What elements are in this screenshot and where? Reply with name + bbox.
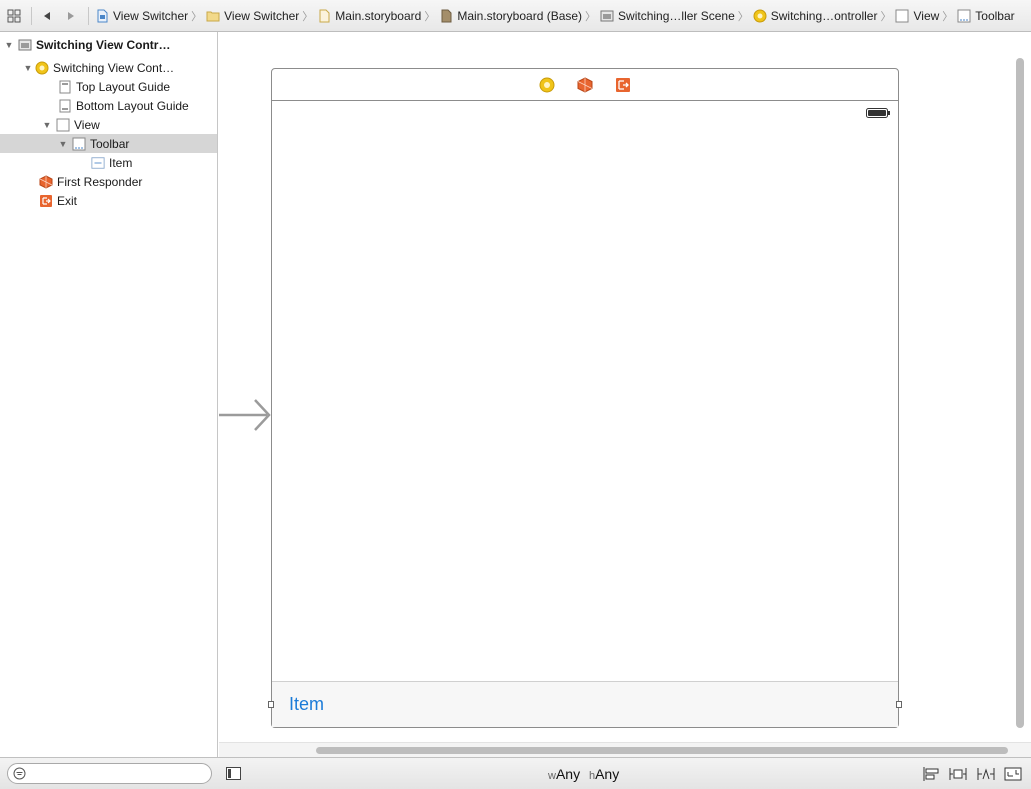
breadcrumb-toolbar[interactable]: Toolbar xyxy=(957,9,1015,23)
resize-handle-left[interactable] xyxy=(268,701,274,708)
outline-item-top-layout-guide[interactable]: Top Layout Guide xyxy=(0,77,217,96)
chevron-right-icon: 〉 xyxy=(191,10,203,23)
chevron-right-icon: 〉 xyxy=(585,10,597,23)
toolbar-item-button[interactable]: Item xyxy=(289,694,324,715)
pin-icon[interactable] xyxy=(949,766,967,782)
storyboard-canvas[interactable]: Item xyxy=(219,32,1031,757)
outline-item-toolbar[interactable]: ▼ Toolbar xyxy=(0,134,217,153)
initial-view-controller-arrow-icon[interactable] xyxy=(219,397,271,433)
resize-handle-right[interactable] xyxy=(896,701,902,708)
horizontal-scroll-track xyxy=(219,742,1031,757)
view-controller-icon xyxy=(35,61,49,74)
chevron-right-icon: 〉 xyxy=(737,10,749,23)
outline-item-scene[interactable]: ▼ Switching View Contr… xyxy=(0,35,217,54)
scene-dock xyxy=(272,69,898,101)
resolve-auto-layout-icon[interactable] xyxy=(977,766,995,782)
disclosure-triangle-icon[interactable]: ▼ xyxy=(4,40,14,50)
divider xyxy=(88,6,89,25)
battery-icon xyxy=(866,108,890,118)
bottom-bar: wAny hAny xyxy=(0,757,1031,789)
outline-item-view[interactable]: ▼ View xyxy=(0,115,217,134)
view-icon xyxy=(895,9,909,22)
size-class-selector[interactable]: wAny hAny xyxy=(548,766,619,782)
scene-icon xyxy=(600,10,614,21)
outline-item-bottom-layout-guide[interactable]: Bottom Layout Guide xyxy=(0,96,217,115)
storyboard-file-icon xyxy=(319,9,330,22)
outline-item-label: Exit xyxy=(57,193,78,208)
chevron-right-icon: 〉 xyxy=(942,10,954,23)
chevron-right-icon: 〉 xyxy=(302,10,314,23)
related-items-icon[interactable] xyxy=(5,7,23,25)
outline-item-label: Toolbar xyxy=(90,136,130,151)
outline-item-label: Switching View Cont… xyxy=(53,60,175,75)
outline-filter-field[interactable] xyxy=(7,763,212,784)
breadcrumb-view[interactable]: View 〉 xyxy=(895,8,957,24)
show-outline-toggle-icon[interactable] xyxy=(226,767,241,780)
disclosure-triangle-icon[interactable]: ▼ xyxy=(42,120,52,130)
storyboard-base-icon xyxy=(441,9,452,22)
layout-guide-icon xyxy=(59,80,71,93)
view-icon xyxy=(56,118,70,131)
first-responder-icon[interactable] xyxy=(577,76,593,93)
project-file-icon xyxy=(97,9,108,22)
breadcrumb-scene[interactable]: Switching…ller Scene 〉 xyxy=(600,8,753,24)
jump-bar: View Switcher 〉 View Switcher 〉 Main.sto… xyxy=(0,0,1031,32)
outline-item-first-responder[interactable]: First Responder xyxy=(0,172,217,191)
view-controller-icon xyxy=(753,9,767,22)
filter-icon xyxy=(13,767,26,780)
exit-icon xyxy=(40,194,52,207)
chevron-right-icon: 〉 xyxy=(880,10,892,23)
toolbar-icon xyxy=(957,9,971,22)
breadcrumb-folder[interactable]: View Switcher 〉 xyxy=(206,8,317,24)
disclosure-triangle-icon[interactable]: ▼ xyxy=(23,63,33,73)
divider xyxy=(31,6,32,25)
breadcrumb-storyboard-base[interactable]: Main.storyboard (Base) 〉 xyxy=(439,8,600,24)
toolbar-icon xyxy=(72,137,86,150)
layout-guide-icon xyxy=(59,99,71,112)
align-icon[interactable] xyxy=(922,766,940,782)
exit-icon[interactable] xyxy=(615,77,631,93)
outline-item-label: Bottom Layout Guide xyxy=(76,98,189,113)
filter-input[interactable] xyxy=(30,766,205,781)
toolbar[interactable]: Item xyxy=(272,681,898,727)
view-controller-icon[interactable] xyxy=(539,77,555,93)
first-responder-icon xyxy=(39,174,53,189)
horizontal-scrollbar[interactable] xyxy=(316,747,1008,754)
xcode-storyboard-editor: View Switcher 〉 View Switcher 〉 Main.sto… xyxy=(0,0,1031,789)
outline-item-view-controller[interactable]: ▼ Switching View Cont… xyxy=(0,58,217,77)
outline-item-label: View xyxy=(74,117,100,132)
outline-item-exit[interactable]: Exit xyxy=(0,191,217,210)
bar-button-item-icon xyxy=(91,156,105,169)
document-outline: ▼ Switching View Contr… ▼ Switching View… xyxy=(0,32,218,757)
breadcrumb-project[interactable]: View Switcher 〉 xyxy=(95,8,206,24)
breadcrumb-view-controller[interactable]: Switching…ontroller 〉 xyxy=(753,8,896,24)
vertical-scrollbar[interactable] xyxy=(1016,58,1024,728)
outline-item-label: Item xyxy=(109,155,133,170)
outline-item-label: Switching View Contr… xyxy=(36,37,171,52)
outline-item-bar-button-item[interactable]: Item xyxy=(0,153,217,172)
scene-icon xyxy=(18,39,32,50)
outline-item-label: First Responder xyxy=(57,174,143,189)
breadcrumb-storyboard[interactable]: Main.storyboard 〉 xyxy=(317,8,439,24)
folder-icon xyxy=(206,11,220,21)
outline-item-label: Top Layout Guide xyxy=(76,79,171,94)
forward-arrow-icon[interactable] xyxy=(62,7,80,25)
chevron-right-icon: 〉 xyxy=(424,10,436,23)
back-arrow-icon[interactable] xyxy=(38,7,56,25)
disclosure-triangle-icon[interactable]: ▼ xyxy=(58,139,68,149)
view-controller-scene[interactable]: Item xyxy=(268,68,902,728)
resizing-behavior-icon[interactable] xyxy=(1004,766,1022,782)
